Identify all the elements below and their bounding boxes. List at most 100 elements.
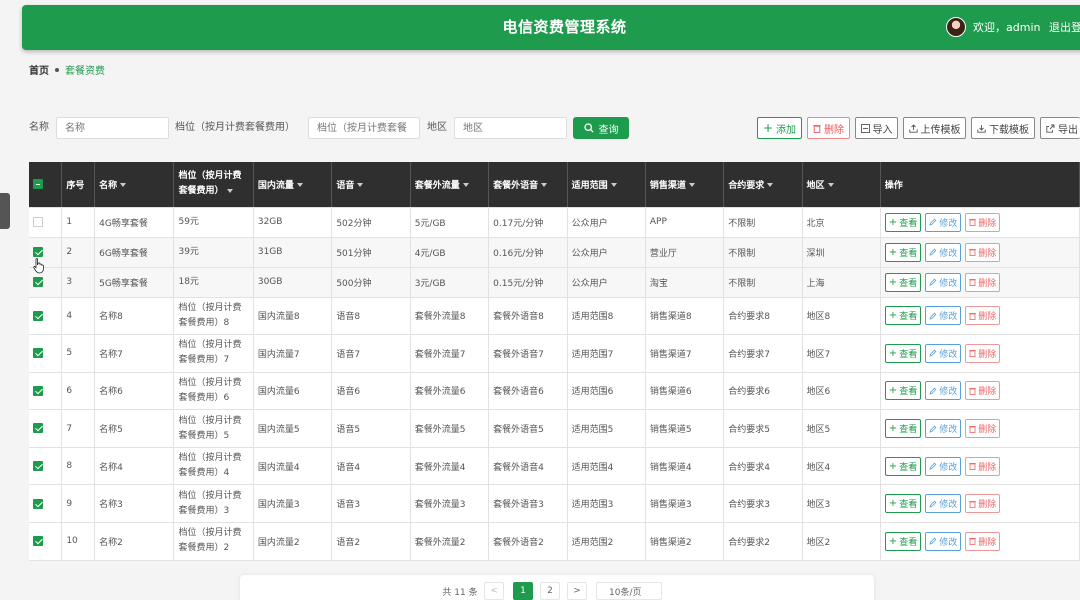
avatar[interactable]	[946, 17, 966, 37]
view-button[interactable]: + 查看	[884, 531, 922, 551]
delete-button[interactable]: 删除	[965, 419, 1001, 439]
sort-icon[interactable]	[827, 183, 834, 188]
name-input[interactable]	[56, 117, 169, 139]
row-checkbox[interactable]	[33, 246, 43, 257]
row-checkbox[interactable]	[33, 216, 43, 227]
batch-delete-button[interactable]: 删除	[807, 117, 850, 139]
table-row[interactable]: 6 名称6 档位（按月计费套餐费用）6 国内流量6 语音6 套餐外流量6 套餐外语音6 适用范…	[29, 372, 1080, 411]
table-row[interactable]: 9 名称3 档位（按月计费套餐费用）3 国内流量3 语音3 套餐外流量3 套餐外语音3 适用范…	[29, 484, 1080, 524]
delete-button[interactable]: 删除	[965, 242, 1001, 262]
sort-icon[interactable]	[357, 183, 364, 188]
delete-button[interactable]: 删除	[965, 494, 1001, 514]
table-row[interactable]: 3 5G畅享套餐 18元 30GB 500分钟 3元/GB 0.15元/分钟 公众用户 淘宝 不限…	[29, 267, 1080, 298]
logout-link[interactable]: 退出登录	[1049, 5, 1080, 50]
page-button-2[interactable]: 2	[540, 582, 560, 600]
breadcrumb-home[interactable]: 首页	[29, 62, 49, 77]
sort-icon[interactable]	[120, 183, 127, 188]
view-button[interactable]: + 查看	[884, 419, 922, 439]
upload-template-label: 上传模板	[920, 124, 961, 136]
query-button[interactable]: 查询	[573, 117, 629, 139]
delete-button[interactable]: 删除	[965, 381, 1001, 401]
table-row[interactable]: 5 名称7 档位（按月计费套餐费用）7 国内流量7 语音7 套餐外流量7 套餐外语音7 适用范…	[29, 334, 1080, 373]
view-button[interactable]: + 查看	[884, 242, 922, 262]
header-cell[interactable]: 适用范围	[567, 162, 646, 208]
sort-icon[interactable]	[462, 183, 469, 188]
row-select-cell[interactable]	[29, 522, 63, 561]
header-cell[interactable]: 语音	[331, 162, 411, 208]
row-checkbox[interactable]	[33, 423, 43, 434]
region-input[interactable]	[454, 117, 567, 139]
edit-button[interactable]: 修改	[925, 456, 962, 476]
row-select-cell[interactable]	[29, 207, 63, 238]
download-template-button[interactable]: 下载模板	[971, 117, 1035, 139]
sort-icon[interactable]	[226, 188, 233, 193]
add-button[interactable]: + 添加	[757, 117, 802, 139]
row-checkbox[interactable]	[33, 348, 43, 359]
row-checkbox[interactable]	[33, 460, 43, 471]
row-checkbox[interactable]	[33, 276, 43, 287]
header-cell[interactable]: 名称	[94, 162, 175, 208]
table-row[interactable]: 10 名称2 档位（按月计费套餐费用）2 国内流量2 语音2 套餐外流量2 套餐外语音2 适用…	[29, 522, 1080, 561]
tier-input[interactable]	[308, 117, 420, 139]
edit-button[interactable]: 修改	[925, 212, 962, 232]
edit-button[interactable]: 修改	[925, 381, 962, 401]
edit-button[interactable]: 修改	[925, 419, 962, 439]
upload-template-button[interactable]: 上传模板	[903, 117, 966, 139]
header-select-all[interactable]	[29, 162, 63, 208]
side-collapse-tab[interactable]	[0, 193, 10, 229]
view-button[interactable]: + 查看	[884, 494, 922, 514]
row-checkbox[interactable]	[33, 536, 43, 547]
page-size-select[interactable]: 10条/页	[596, 582, 662, 600]
table-row[interactable]: 7 名称5 档位（按月计费套餐费用）5 国内流量5 语音5 套餐外流量5 套餐外语音5 适用范…	[29, 409, 1080, 448]
row-checkbox[interactable]	[33, 310, 43, 321]
row-select-cell[interactable]	[29, 372, 63, 411]
sort-icon[interactable]	[767, 183, 774, 188]
edit-button[interactable]: 修改	[925, 343, 962, 363]
view-button[interactable]: + 查看	[884, 456, 922, 476]
delete-button[interactable]: 删除	[965, 272, 1001, 292]
header-cell[interactable]: 套餐外流量	[410, 162, 490, 208]
sort-icon[interactable]	[296, 183, 303, 188]
header-cell[interactable]: 销售渠道	[645, 162, 725, 208]
view-button[interactable]: + 查看	[884, 343, 922, 363]
header-cell[interactable]: 国内流量	[253, 162, 333, 208]
delete-button[interactable]: 删除	[965, 456, 1001, 476]
table-row[interactable]: 8 名称4 档位（按月计费套餐费用）4 国内流量4 语音4 套餐外流量4 套餐外语音4 适用范…	[29, 447, 1080, 486]
select-all-checkbox[interactable]	[33, 179, 43, 189]
row-checkbox[interactable]	[33, 385, 43, 396]
page-button-1[interactable]: 1	[513, 582, 533, 600]
delete-button[interactable]: 删除	[965, 212, 1001, 232]
edit-button[interactable]: 修改	[925, 531, 962, 551]
delete-button[interactable]: 删除	[965, 531, 1001, 551]
row-select-cell[interactable]	[29, 484, 63, 524]
header-cell[interactable]: 地区	[802, 162, 881, 208]
header-cell[interactable]: 套餐外语音	[488, 162, 568, 208]
edit-button[interactable]: 修改	[925, 242, 962, 262]
import-button[interactable]: 导入	[855, 117, 898, 139]
view-button[interactable]: + 查看	[884, 381, 922, 401]
edit-button[interactable]: 修改	[925, 494, 962, 514]
row-checkbox[interactable]	[33, 498, 43, 509]
next-page-button[interactable]: >	[567, 582, 587, 600]
sort-icon[interactable]	[541, 183, 548, 188]
row-select-cell[interactable]	[29, 297, 63, 336]
prev-page-button[interactable]: <	[484, 582, 504, 600]
row-select-cell[interactable]	[29, 409, 63, 448]
header-cell[interactable]: 档位（按月计费套餐费用）	[173, 162, 254, 208]
table-row[interactable]: 4 名称8 档位（按月计费套餐费用）8 国内流量8 语音8 套餐外流量8 套餐外语音8 适用范…	[29, 297, 1080, 336]
view-button[interactable]: + 查看	[884, 306, 922, 326]
view-button[interactable]: + 查看	[884, 272, 922, 292]
edit-button[interactable]: 修改	[925, 272, 962, 292]
header-cell[interactable]: 合约要求	[723, 162, 803, 208]
sort-icon[interactable]	[610, 183, 617, 188]
row-select-cell[interactable]	[29, 334, 63, 373]
table-row[interactable]: 1 4G畅享套餐 59元 32GB 502分钟 5元/GB 0.17元/分钟 公众用户 APP 不…	[29, 207, 1080, 238]
export-button[interactable]: 导出	[1040, 117, 1080, 139]
edit-button[interactable]: 修改	[925, 306, 962, 326]
table-row[interactable]: 2 6G畅享套餐 39元 31GB 501分钟 4元/GB 0.16元/分钟 公众用户 营业厅不…	[29, 237, 1080, 268]
delete-button[interactable]: 删除	[965, 306, 1001, 326]
row-select-cell[interactable]	[29, 447, 63, 486]
sort-icon[interactable]	[688, 183, 695, 188]
view-button[interactable]: + 查看	[884, 212, 922, 232]
delete-button[interactable]: 删除	[965, 343, 1001, 363]
